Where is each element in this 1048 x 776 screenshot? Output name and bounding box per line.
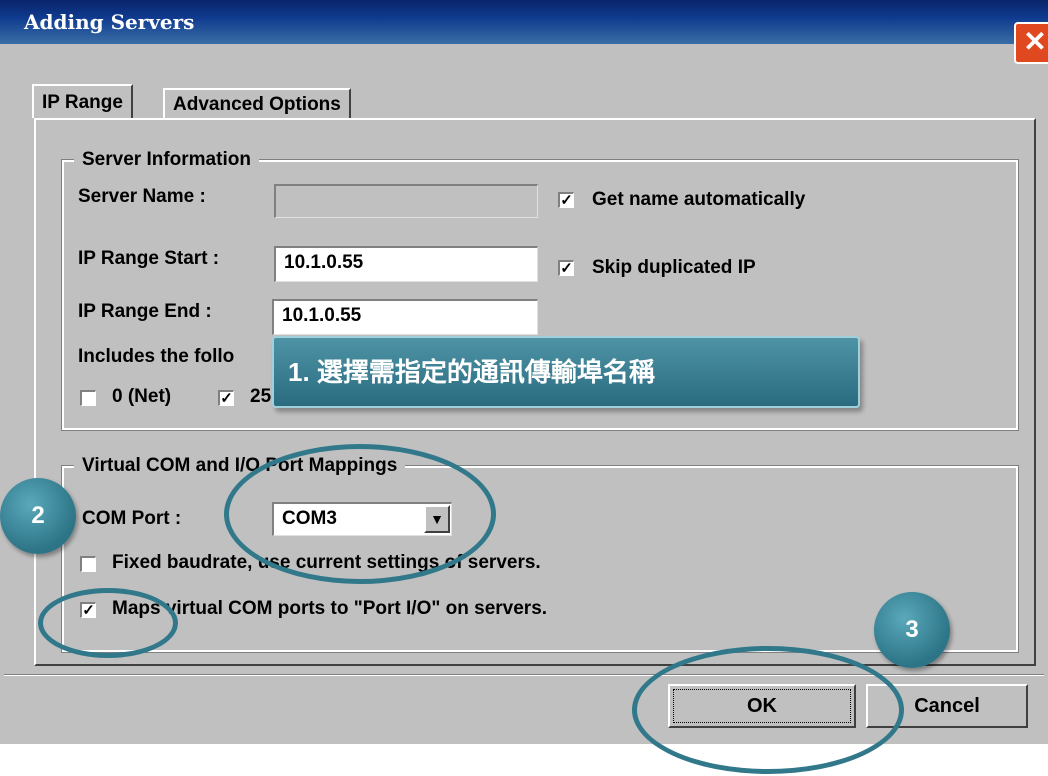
highlight-ok-button-circle	[632, 646, 904, 774]
get-name-auto-checkbox[interactable]: ✓	[558, 192, 574, 208]
title-bar: Adding Servers	[0, 0, 1048, 44]
fixed-baudrate-checkbox[interactable]	[80, 556, 96, 572]
step-badge-2: 2	[0, 478, 76, 554]
skip-duplicated-ip-label: Skip duplicated IP	[592, 257, 756, 278]
server-name-label: Server Name :	[78, 186, 206, 207]
port-net-label: 0 (Net)	[112, 386, 172, 407]
get-name-auto-label: Get name automatically	[592, 189, 806, 210]
callout-select-com-port: 1. 選擇需指定的通訊傳輸埠名稱	[272, 336, 860, 408]
window-title: Adding Servers	[24, 10, 195, 34]
tab-advanced-options[interactable]: Advanced Options	[163, 88, 351, 118]
maps-virtual-com-label: Maps virtual COM ports to "Port I/O" on …	[112, 598, 548, 619]
footer-divider	[4, 674, 1044, 676]
port-25-label: 25	[250, 386, 272, 407]
server-information-label: Server Information	[74, 149, 259, 171]
ip-range-end-input[interactable]: 10.1.0.55	[272, 299, 538, 335]
ip-range-start-input[interactable]: 10.1.0.55	[274, 246, 538, 282]
tab-ip-range[interactable]: IP Range	[32, 84, 133, 118]
close-icon[interactable]: ✕	[1014, 22, 1048, 64]
com-port-label: COM Port :	[82, 508, 182, 529]
highlight-maps-checkbox-circle	[38, 588, 178, 658]
port-net-checkbox[interactable]	[80, 390, 96, 406]
includes-ports-label: Includes the follo	[78, 346, 235, 367]
step-badge-3: 3	[874, 592, 950, 668]
server-name-input[interactable]	[274, 184, 538, 218]
port-25-checkbox[interactable]: ✓	[218, 390, 234, 406]
highlight-com-port-circle	[224, 444, 496, 584]
ip-range-end-label: IP Range End :	[78, 301, 212, 322]
ip-range-start-label: IP Range Start :	[78, 248, 220, 269]
skip-duplicated-ip-checkbox[interactable]: ✓	[558, 260, 574, 276]
